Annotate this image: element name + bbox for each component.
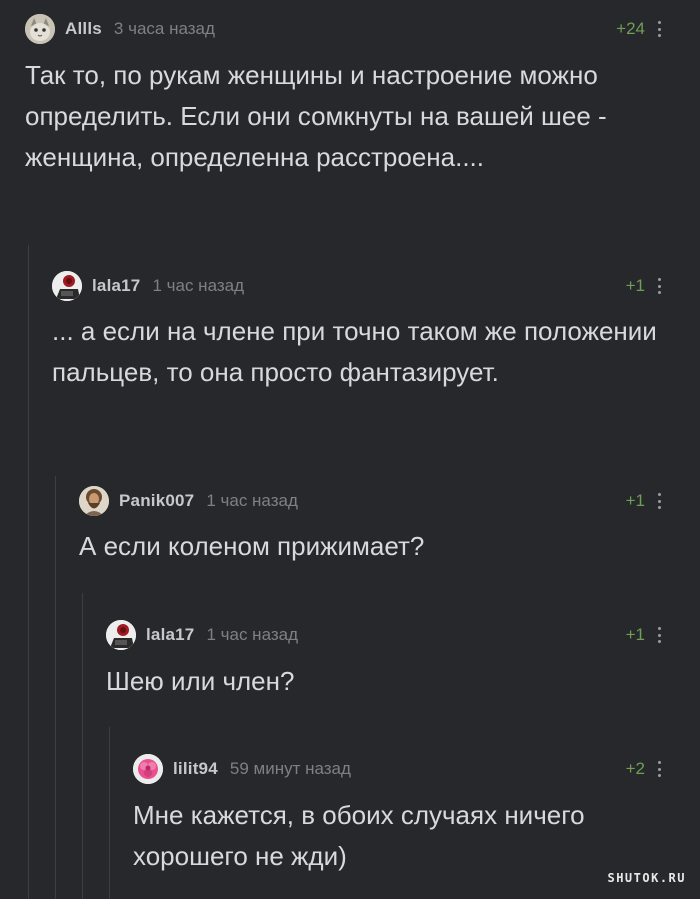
skull-rose-avatar[interactable] (106, 620, 136, 650)
username[interactable]: lala17 (146, 625, 194, 645)
comment-time: 3 часа назад (113, 19, 215, 38)
comment-header: lilit94 59 минут назад +2 (133, 754, 675, 784)
username[interactable]: lilit94 (173, 759, 218, 779)
comment-text: Шею или член? (106, 666, 295, 696)
thread-line (109, 727, 110, 899)
skull-rose-avatar[interactable] (52, 271, 82, 301)
comment-rating: +24 (616, 19, 645, 38)
comment-header: Panik007 1 час назад +1 (79, 486, 675, 516)
comment-time: 59 минут назад (229, 759, 351, 778)
comment-rating: +2 (625, 759, 645, 778)
comment-time: 1 час назад (152, 276, 245, 295)
thread-line (55, 476, 56, 899)
more-options-icon[interactable] (657, 278, 661, 294)
watermark: SHUTOK.RU (607, 871, 686, 885)
comment-text: Мне кажется, в обоих случаях ничего хоро… (133, 800, 585, 871)
comment-text: Так то, по рукам женщины и настроение мо… (25, 60, 607, 172)
comment-header: lala17 1 час назад +1 (106, 620, 675, 650)
comment-rating: +1 (625, 276, 645, 295)
comment-header: Allls 3 часа назад +24 (25, 14, 675, 44)
username[interactable]: Allls (65, 19, 102, 39)
username[interactable]: Panik007 (119, 491, 194, 511)
cat-avatar[interactable] (25, 14, 55, 44)
more-options-icon[interactable] (657, 761, 661, 777)
more-options-icon[interactable] (657, 627, 661, 643)
comment-time: 1 час назад (206, 491, 298, 510)
comment-header: lala17 1 час назад +1 (52, 271, 675, 301)
comment-rating: +1 (625, 491, 645, 510)
username[interactable]: lala17 (92, 276, 140, 296)
pink-flower-avatar[interactable] (133, 754, 163, 784)
more-options-icon[interactable] (657, 493, 661, 509)
comment-time: 1 час назад (206, 625, 299, 644)
thread-line (82, 593, 83, 899)
bearded-man-avatar[interactable] (79, 486, 109, 516)
thread-line (28, 245, 29, 899)
comment-text: А если коленом прижимает? (79, 531, 425, 561)
comment-text: ... а если на члене при точно таком же п… (52, 316, 657, 387)
comment-rating: +1 (625, 625, 645, 644)
more-options-icon[interactable] (657, 21, 661, 37)
